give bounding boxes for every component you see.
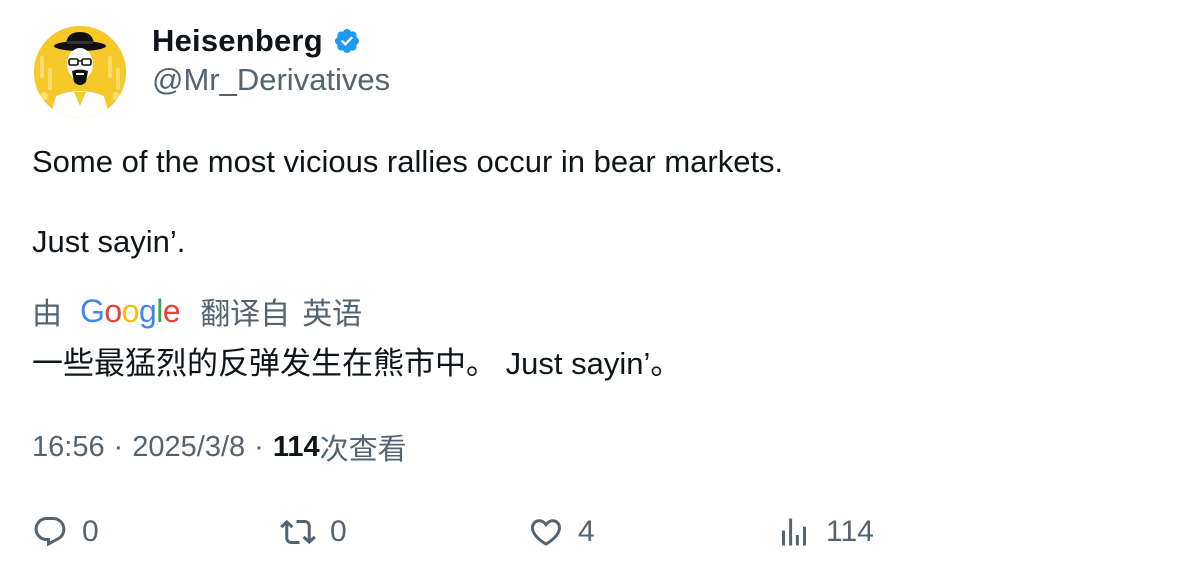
translated-from-label: 翻译自 [200,298,291,331]
views-action-count: 114 [826,515,874,548]
views-count: 114 [272,430,320,463]
tweet-date[interactable]: 2025/3/8 [132,431,245,464]
google-logo: Google [80,292,181,329]
tweet-card: Heisenberg @Mr_Derivatives Some of the m… [0,0,1196,578]
source-language: 英语 [302,298,363,331]
retweet-button[interactable]: 0 [280,510,347,554]
meta-separator: · [113,430,124,463]
like-button[interactable]: 4 [528,510,595,554]
reply-icon [34,517,66,547]
meta-separator: · [254,430,264,463]
views-label: 次查看 [319,434,407,466]
like-count: 4 [578,515,595,548]
views-button[interactable]: 114 [776,510,874,554]
heart-icon [530,519,562,546]
heisenberg-avatar-icon [34,26,126,118]
retweet-icon [280,519,316,545]
tweet-meta: 16:56 · 2025/3/8 · 114 次查看 [32,426,407,468]
views-bar-chart-icon [782,518,806,546]
reply-count: 0 [82,515,99,548]
translation-attribution[interactable]: 由 Google 翻译自 英语 [32,289,362,333]
translated-tweet-text: 一些最猛烈的反弹发生在熊市中。 Just sayin’。 [32,346,682,381]
verified-badge-icon[interactable] [333,27,361,55]
tweet-text-line-2: Just sayin’. [32,224,186,259]
author-handle[interactable]: @Mr_Derivatives [152,62,390,98]
author-name-row: Heisenberg [152,22,390,60]
author-display-name[interactable]: Heisenberg [152,23,323,59]
translation-by-label: 由 [32,298,62,331]
author-block: Heisenberg @Mr_Derivatives [152,22,390,98]
tweet-text-line-1: Some of the most vicious rallies occur i… [32,144,784,179]
reply-button[interactable]: 0 [32,510,99,554]
retweet-count: 0 [330,515,347,548]
avatar[interactable] [34,26,126,118]
tweet-time[interactable]: 16:56 [32,431,105,464]
